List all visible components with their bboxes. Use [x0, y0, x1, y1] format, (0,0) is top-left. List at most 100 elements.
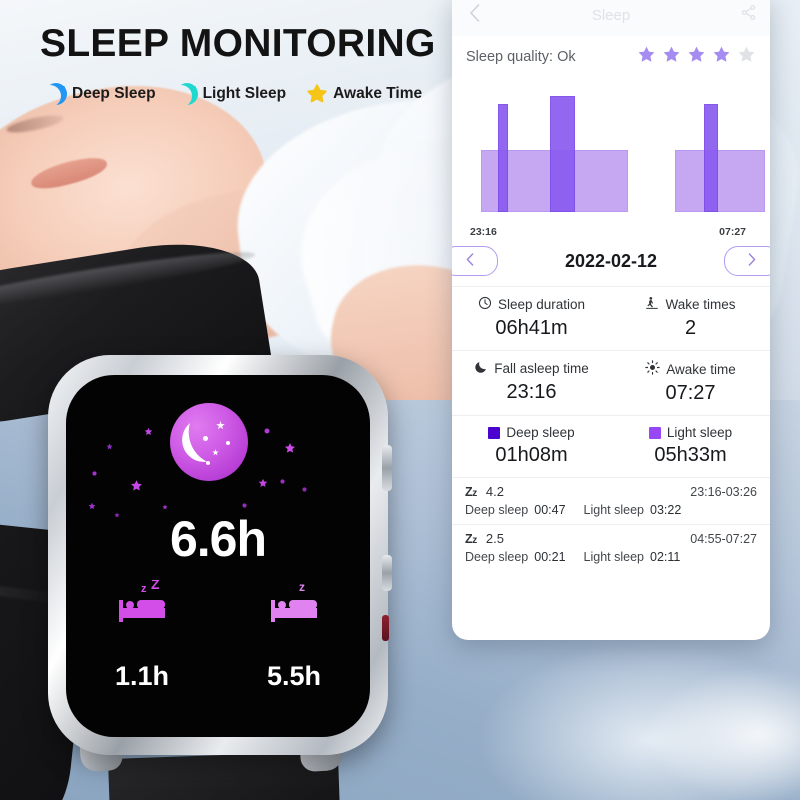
- star-icon-empty: [737, 45, 756, 69]
- list-item[interactable]: Zz 2.5 04:55-07:27 Deep sleep 00:21 Ligh…: [452, 525, 770, 571]
- session-light-value: 03:22: [650, 503, 682, 517]
- page-title: SLEEP MONITORING: [40, 22, 436, 65]
- moon-stars-badge-icon: [170, 403, 248, 481]
- legend: Deep Sleep Light Sleep Awake Time: [45, 83, 442, 105]
- share-button[interactable]: [726, 4, 770, 26]
- watch-metric-light: z 5.5h: [218, 580, 370, 692]
- bed-deep-sleep-icon: z Z: [111, 576, 173, 631]
- sleep-chart: 23:16 07:27: [466, 78, 765, 238]
- stats-row: Deep sleep 01h08m Light sleep 05h33m: [452, 416, 770, 478]
- watch-total-sleep: 6.6h: [169, 511, 267, 567]
- stat-label: Light sleep: [666, 425, 733, 440]
- session-score: 2.5: [485, 531, 504, 546]
- stat-label: Sleep duration: [497, 297, 586, 312]
- sleep-quality-label: Sleep quality: Ok: [466, 49, 576, 65]
- sleep-quality-row: Sleep quality: Ok: [452, 36, 770, 78]
- svg-text:z: z: [299, 580, 305, 594]
- stat-value: 2: [684, 317, 697, 339]
- back-button[interactable]: [452, 4, 496, 26]
- watch-screen[interactable]: 6.6h z Z 1.1h z 5.5h: [66, 375, 370, 737]
- star-icon-filled: [637, 45, 656, 69]
- watch-metric-light-value: 5.5h: [266, 661, 322, 691]
- clock-icon: [478, 296, 492, 313]
- stat-wake-times: Wake times 2: [611, 287, 770, 350]
- stat-value: 23:16: [506, 381, 557, 403]
- stat-label: Deep sleep: [506, 425, 575, 440]
- legend-label-deep-sleep: Deep Sleep: [72, 85, 156, 102]
- crescent-moon-icon: [45, 83, 67, 105]
- watch-metric-deep: z Z 1.1h: [66, 576, 218, 692]
- session-score: 4.2: [485, 484, 504, 499]
- bed-light-sleep-icon: z: [263, 580, 325, 631]
- swatch-light-icon: [648, 426, 661, 439]
- prev-day-button[interactable]: [452, 246, 498, 276]
- list-item[interactable]: Zz 4.2 23:16-03:26 Deep sleep 00:47 Ligh…: [452, 478, 770, 525]
- stat-value: 07:27: [665, 382, 716, 404]
- smartwatch: 6.6h z Z 1.1h z 5.5h: [0, 230, 440, 800]
- stats-row: Fall asleep time 23:16 Awake time 07:27: [452, 351, 770, 416]
- chart-deep-bar: [550, 96, 575, 212]
- session-range: 23:16-03:26: [690, 484, 757, 499]
- chevron-right-icon: [748, 253, 756, 269]
- legend-item-awake-time: Awake Time: [306, 83, 422, 105]
- watch-side-accent: [382, 615, 389, 641]
- moon-icon: [474, 360, 488, 377]
- stat-sleep-duration: Sleep duration 06h41m: [452, 287, 611, 350]
- stat-value: 05h33m: [654, 444, 727, 466]
- sleep-app-card: Sleep Sleep quality: Ok 23:16 07:27 2022…: [452, 0, 770, 640]
- watch-side-button-top[interactable]: [382, 445, 392, 491]
- chevron-left-icon: [466, 253, 474, 269]
- zz-icon: Zz: [465, 531, 477, 546]
- stats-row: Sleep duration 06h41m Wake times 2: [452, 287, 770, 351]
- star-icon-filled: [662, 45, 681, 69]
- star-icon: [306, 83, 328, 105]
- svg-text:z: z: [141, 583, 147, 595]
- selected-date[interactable]: 2022-02-12: [452, 251, 770, 272]
- stat-fall-asleep-time: Fall asleep time 23:16: [452, 351, 611, 415]
- next-day-button[interactable]: [724, 246, 770, 276]
- session-light-value: 02:11: [650, 550, 681, 564]
- zz-icon: Zz: [465, 484, 477, 499]
- sun-icon: [645, 360, 660, 378]
- app-title: Sleep: [591, 6, 631, 24]
- sleep-sessions-list: Zz 4.2 23:16-03:26 Deep sleep 00:47 Ligh…: [452, 478, 770, 577]
- chart-light-block: [674, 150, 765, 212]
- session-light-label: Light sleep: [583, 503, 644, 517]
- chart-deep-bar: [497, 104, 508, 212]
- share-icon: [740, 4, 757, 26]
- session-range: 04:55-07:27: [690, 531, 757, 546]
- sleep-quality-rating: [637, 45, 756, 69]
- date-navigation: 2022-02-12: [452, 236, 770, 286]
- legend-item-deep-sleep: Deep Sleep: [45, 83, 156, 105]
- session-deep-label: Deep sleep: [465, 550, 529, 564]
- stat-value: 06h41m: [495, 317, 568, 339]
- stat-value: 01h08m: [495, 444, 568, 466]
- legend-label-light-sleep: Light Sleep: [202, 85, 287, 102]
- watch-metrics-row: z Z 1.1h z 5.5h: [66, 576, 370, 692]
- watch-side-button-bottom[interactable]: [382, 555, 392, 591]
- swatch-deep-icon: [488, 426, 501, 439]
- watch-metric-deep-value: 1.1h: [114, 661, 170, 691]
- app-header: Sleep: [452, 0, 770, 36]
- star-icon-filled: [687, 45, 706, 69]
- stat-label: Fall asleep time: [494, 361, 589, 376]
- stat-awake-time: Awake time 07:27: [611, 351, 770, 415]
- stat-deep-sleep: Deep sleep 01h08m: [452, 416, 611, 477]
- star-icon-filled: [712, 45, 731, 69]
- sleep-stats-grid: Sleep duration 06h41m Wake times 2 Fall …: [452, 286, 770, 478]
- session-light-label: Light sleep: [583, 550, 644, 564]
- session-deep-label: Deep sleep: [465, 503, 529, 517]
- session-deep-value: 00:21: [534, 550, 566, 564]
- session-deep-value: 00:47: [534, 503, 566, 517]
- chart-deep-bar: [703, 104, 719, 212]
- wake-person-icon: [645, 296, 659, 313]
- legend-label-awake-time: Awake Time: [333, 85, 423, 102]
- legend-item-light-sleep: Light Sleep: [176, 83, 287, 105]
- svg-text:Z: Z: [151, 580, 160, 592]
- stat-label: Wake times: [665, 297, 736, 312]
- chevron-left-icon: [469, 4, 480, 27]
- crescent-moon-icon: [176, 83, 198, 105]
- stat-light-sleep: Light sleep 05h33m: [611, 416, 770, 477]
- stat-label: Awake time: [666, 361, 736, 377]
- screenshot-root: SLEEP MONITORING Deep Sleep Light Sleep …: [0, 0, 800, 800]
